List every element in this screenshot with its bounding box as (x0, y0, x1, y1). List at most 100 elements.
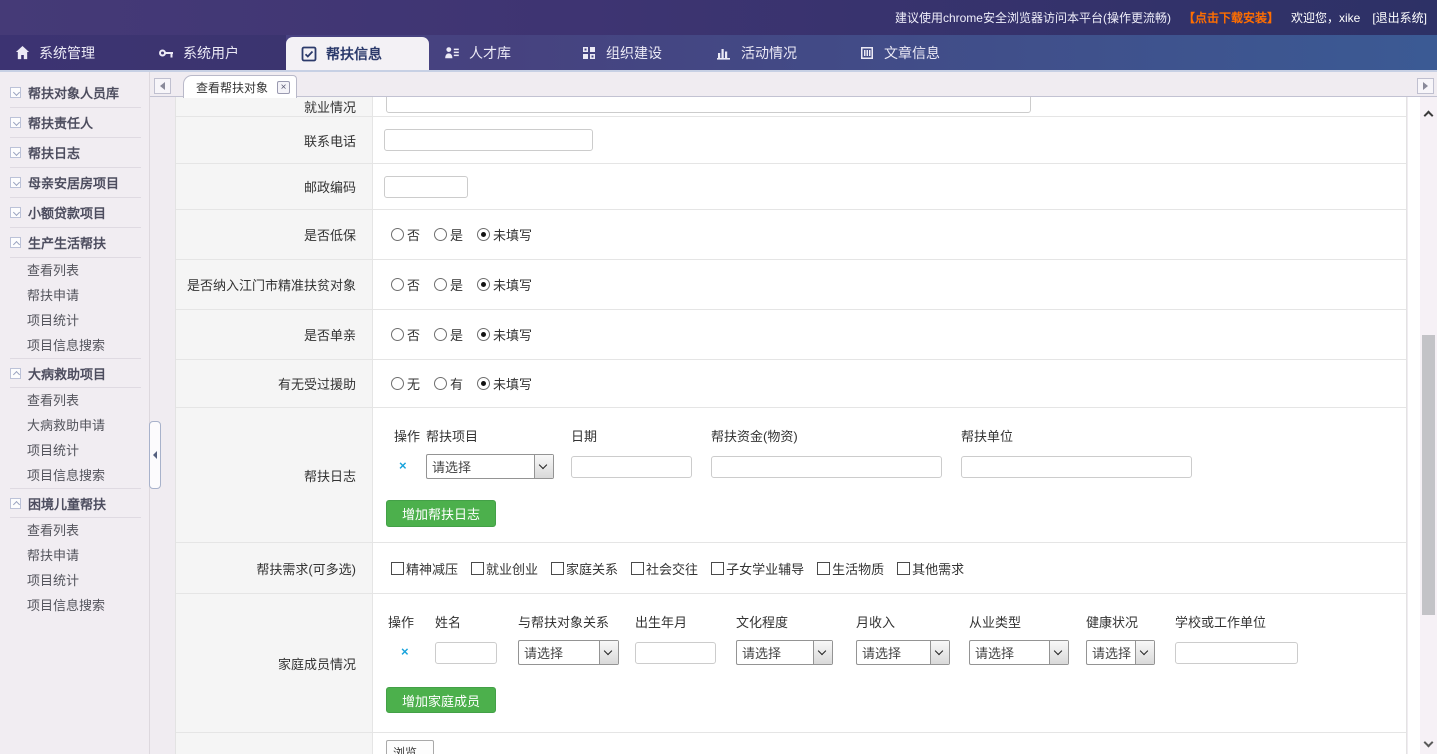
aid-date-input[interactable] (571, 456, 692, 478)
checkbox-option[interactable]: 生活物质 (817, 559, 884, 578)
sidebar-subitem-project-stats[interactable]: 项目统计 (0, 568, 149, 593)
sidebar-subitem-illness-apply[interactable]: 大病救助申请 (0, 413, 149, 438)
phone-input[interactable] (384, 129, 593, 151)
occupation-select[interactable]: 请选择 (969, 640, 1069, 665)
sidebar-subitem-aid-apply[interactable]: 帮扶申请 (0, 283, 149, 308)
scrollbar-thumb[interactable] (1422, 335, 1435, 615)
chevron-up-icon[interactable] (10, 498, 21, 509)
radio-icon[interactable] (434, 278, 447, 291)
checkbox-icon[interactable] (471, 562, 484, 575)
nav-item-aid-info[interactable]: 帮扶信息 (286, 37, 429, 70)
radio-option-selected[interactable]: 未填写 (477, 374, 532, 393)
income-select[interactable]: 请选择 (856, 640, 950, 665)
postcode-input[interactable] (384, 176, 468, 198)
sidebar-subitem-project-search[interactable]: 项目信息搜索 (0, 593, 149, 618)
checkbox-option[interactable]: 家庭关系 (551, 559, 618, 578)
add-family-member-button[interactable]: 增加家庭成员 (386, 687, 496, 713)
radio-icon[interactable] (434, 377, 447, 390)
dropdown-arrow-icon[interactable] (1135, 641, 1154, 664)
chevron-down-icon[interactable] (10, 117, 21, 128)
radio-option[interactable]: 是 (434, 325, 463, 344)
nav-item-system-users[interactable]: 系统用户 (143, 35, 286, 70)
radio-option-selected[interactable]: 未填写 (477, 275, 532, 294)
radio-option[interactable]: 否 (391, 275, 420, 294)
tab-view-aid-target[interactable]: 查看帮扶对象 × (183, 75, 297, 98)
dropdown-arrow-icon[interactable] (930, 641, 949, 664)
vertical-scrollbar[interactable] (1420, 97, 1437, 754)
checkbox-option[interactable]: 其他需求 (897, 559, 964, 578)
sidebar-collapse-handle[interactable] (149, 421, 161, 489)
radio-option[interactable]: 否 (391, 225, 420, 244)
sidebar-item-production-life-aid[interactable]: 生产生活帮扶 (10, 228, 141, 258)
radio-option-selected[interactable]: 未填写 (477, 325, 532, 344)
radio-checked-icon[interactable] (477, 377, 490, 390)
dropdown-arrow-icon[interactable] (599, 641, 618, 664)
dropdown-arrow-icon[interactable] (1049, 641, 1068, 664)
sidebar-item-aid-target-library[interactable]: 帮扶对象人员库 (10, 78, 141, 108)
birth-date-input[interactable] (635, 642, 716, 664)
radio-icon[interactable] (391, 328, 404, 341)
checkbox-icon[interactable] (631, 562, 644, 575)
radio-option[interactable]: 是 (434, 275, 463, 294)
employment-input[interactable] (386, 97, 1031, 113)
sidebar-subitem-view-list[interactable]: 查看列表 (0, 518, 149, 543)
chevron-down-icon[interactable] (10, 207, 21, 218)
health-select[interactable]: 请选择 (1086, 640, 1155, 665)
education-select[interactable]: 请选择 (736, 640, 833, 665)
nav-item-articles[interactable]: 文章信息 (844, 35, 987, 70)
sidebar-item-mother-housing[interactable]: 母亲安居房项目 (10, 168, 141, 198)
radio-icon[interactable] (391, 228, 404, 241)
add-aid-log-button[interactable]: 增加帮扶日志 (386, 500, 496, 527)
radio-option[interactable]: 否 (391, 325, 420, 344)
nav-item-system-management[interactable]: 系统管理 (0, 35, 143, 70)
sidebar-subitem-view-list[interactable]: 查看列表 (0, 258, 149, 283)
sidebar-item-serious-illness[interactable]: 大病救助项目 (10, 358, 141, 388)
logout-link[interactable]: [退出系统] (1372, 9, 1427, 26)
checkbox-option[interactable]: 就业创业 (471, 559, 538, 578)
dropdown-arrow-icon[interactable] (534, 455, 553, 478)
sidebar-subitem-project-search[interactable]: 项目信息搜索 (0, 333, 149, 358)
nav-item-activities[interactable]: 活动情况 (701, 35, 844, 70)
chevron-up-icon[interactable] (10, 368, 21, 379)
delete-row-icon[interactable]: × (399, 458, 407, 473)
sidebar-subitem-project-stats[interactable]: 项目统计 (0, 308, 149, 333)
radio-icon[interactable] (434, 328, 447, 341)
checkbox-option[interactable]: 精神减压 (391, 559, 458, 578)
radio-checked-icon[interactable] (477, 328, 490, 341)
tab-scroll-left-button[interactable] (154, 78, 171, 94)
nav-item-org-building[interactable]: 组织建设 (566, 35, 709, 70)
sidebar-subitem-aid-apply[interactable]: 帮扶申请 (0, 543, 149, 568)
radio-option-selected[interactable]: 未填写 (477, 225, 532, 244)
radio-checked-icon[interactable] (477, 278, 490, 291)
checkbox-icon[interactable] (711, 562, 724, 575)
member-name-input[interactable] (435, 642, 497, 664)
chevron-down-icon[interactable] (10, 87, 21, 98)
checkbox-option[interactable]: 社会交往 (631, 559, 698, 578)
radio-icon[interactable] (391, 278, 404, 291)
sidebar-subitem-project-stats[interactable]: 项目统计 (0, 438, 149, 463)
nav-item-talent-pool[interactable]: 人才库 (429, 35, 572, 70)
radio-icon[interactable] (434, 228, 447, 241)
chevron-down-icon[interactable] (10, 177, 21, 188)
close-icon[interactable]: × (277, 81, 290, 94)
sidebar-item-micro-loan[interactable]: 小额贷款项目 (10, 198, 141, 228)
radio-checked-icon[interactable] (477, 228, 490, 241)
radio-icon[interactable] (391, 377, 404, 390)
sidebar-item-aid-log[interactable]: 帮扶日志 (10, 138, 141, 168)
checkbox-icon[interactable] (897, 562, 910, 575)
checkbox-icon[interactable] (817, 562, 830, 575)
radio-option[interactable]: 是 (434, 225, 463, 244)
aid-unit-input[interactable] (961, 456, 1192, 478)
radio-option[interactable]: 有 (434, 374, 463, 393)
delete-row-icon[interactable]: × (401, 644, 409, 659)
radio-option[interactable]: 无 (391, 374, 420, 393)
sidebar-item-children-aid[interactable]: 困境儿童帮扶 (10, 488, 141, 518)
scroll-up-button[interactable] (1420, 105, 1437, 121)
browse-file-button[interactable]: 浏览... (386, 740, 434, 754)
checkbox-icon[interactable] (391, 562, 404, 575)
relation-select[interactable]: 请选择 (518, 640, 619, 665)
chevron-up-icon[interactable] (10, 237, 21, 248)
checkbox-icon[interactable] (551, 562, 564, 575)
aid-funds-input[interactable] (711, 456, 942, 478)
dropdown-arrow-icon[interactable] (813, 641, 832, 664)
